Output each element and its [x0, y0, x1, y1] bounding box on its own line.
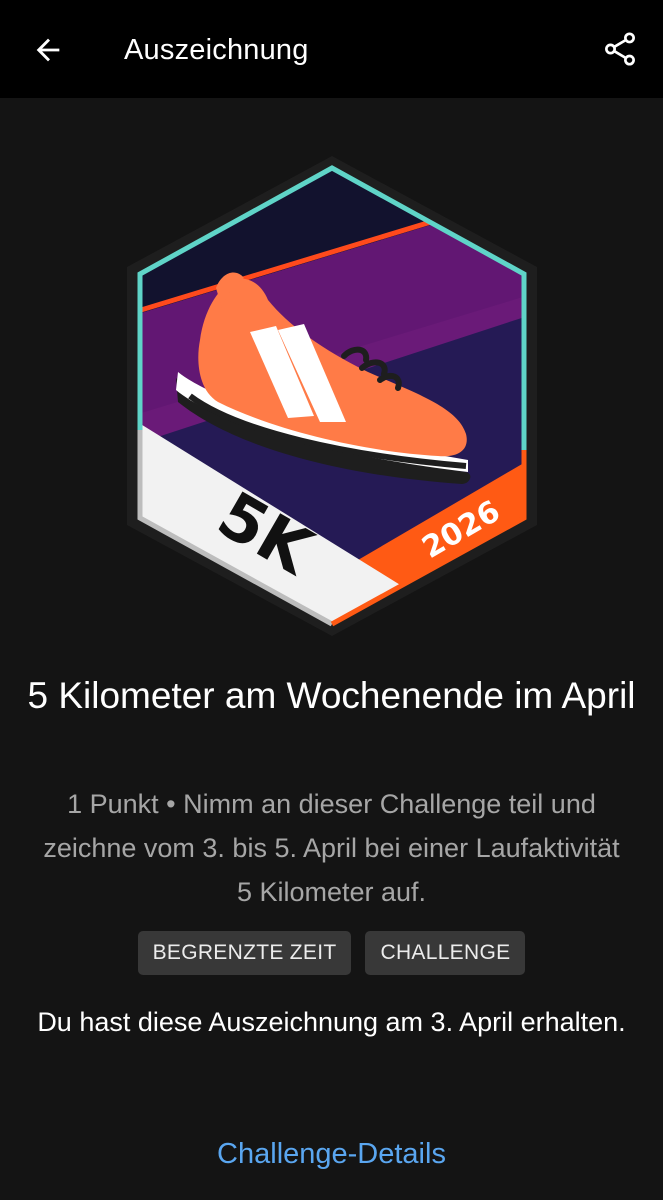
tag-limited-time: BEGRENZTE ZEIT — [137, 931, 352, 975]
arrow-left-icon — [36, 38, 60, 62]
page-title: Auszeichnung — [124, 34, 309, 66]
tag-list: BEGRENZTE ZEIT CHALLENGE — [0, 931, 663, 975]
share-button[interactable] — [595, 24, 645, 74]
back-button[interactable] — [22, 26, 74, 74]
app-bar: Auszeichnung — [0, 0, 663, 98]
challenge-details-link[interactable]: Challenge-Details — [0, 1132, 663, 1176]
received-date-text: Du hast diese Auszeichnung am 3. April e… — [37, 1007, 626, 1037]
award-badge: 5K 2026 — [118, 150, 546, 640]
share-icon — [605, 32, 635, 66]
award-title: 5 Kilometer am Wochenende im April — [27, 675, 636, 716]
award-description: 1 Punkt • Nimm an dieser Challenge teil … — [43, 789, 620, 907]
tag-challenge: CHALLENGE — [365, 931, 526, 975]
